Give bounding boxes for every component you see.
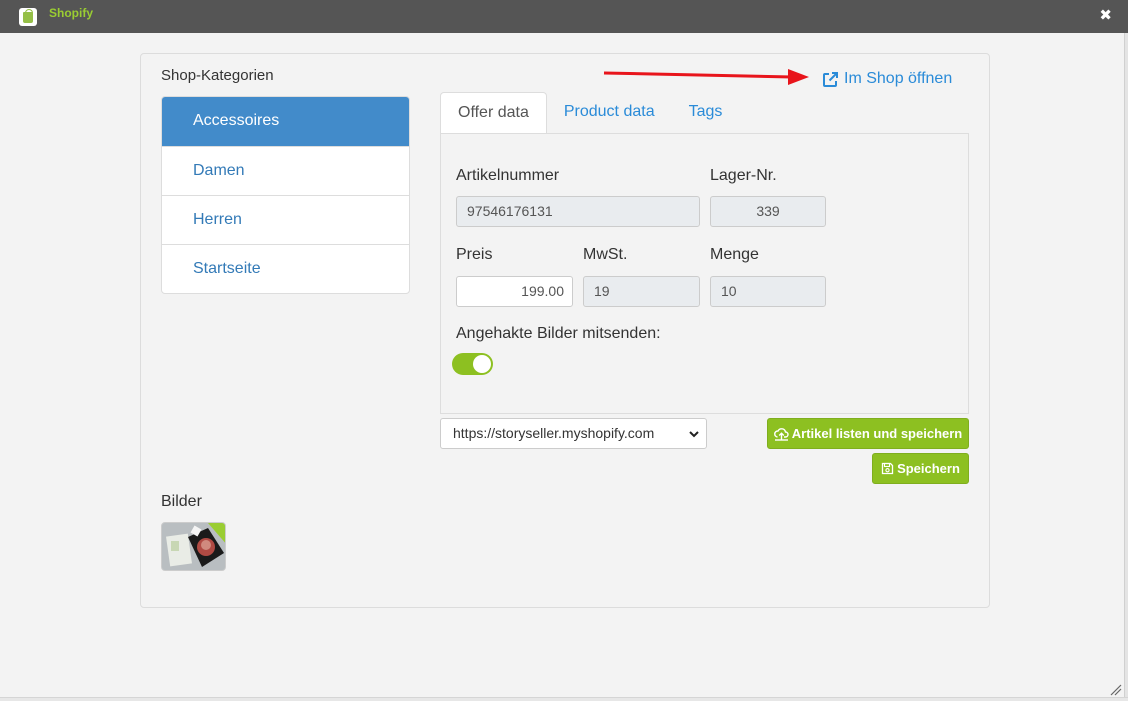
red-arrow-annotation <box>603 69 809 85</box>
external-link-icon <box>823 71 838 87</box>
article-number-label: Artikelnummer <box>456 167 560 184</box>
category-item-damen[interactable]: Damen <box>162 146 409 195</box>
save-button[interactable]: Speichern <box>872 453 969 484</box>
price-label: Preis <box>456 246 493 263</box>
vat-label: MwSt. <box>583 246 628 263</box>
product-image-thumbnail[interactable] <box>161 522 226 571</box>
shop-url-select[interactable]: https://storyseller.myshopify.com <box>440 418 707 449</box>
stock-number-label: Lager-Nr. <box>710 167 777 184</box>
shop-url-value: https://storyseller.myshopify.com <box>453 425 655 441</box>
window-title: Shopify <box>49 6 93 20</box>
window-right-edge <box>1124 33 1128 701</box>
send-images-label: Angehakte Bilder mitsenden: <box>456 325 661 342</box>
stock-number-field[interactable]: 339 <box>710 196 826 227</box>
resize-grip-icon[interactable] <box>1108 682 1122 696</box>
tab-bar: Offer data Product data Tags <box>440 92 740 135</box>
floppy-disk-icon <box>881 462 894 475</box>
categories-title: Shop-Kategorien <box>161 67 274 84</box>
open-in-shop-label: Im Shop öffnen <box>844 70 953 87</box>
tab-offer-data[interactable]: Offer data <box>440 92 547 135</box>
close-icon[interactable]: ✖ <box>1099 8 1112 23</box>
vat-field[interactable]: 19 <box>583 276 700 307</box>
categories-list: Accessoires Damen Herren Startseite <box>161 96 410 294</box>
product-image <box>162 523 225 570</box>
quantity-label: Menge <box>710 246 759 263</box>
category-item-accessoires[interactable]: Accessoires <box>162 97 409 146</box>
tab-tags[interactable]: Tags <box>672 92 740 134</box>
save-label: Speichern <box>897 461 960 476</box>
upload-cloud-icon <box>773 427 789 441</box>
quantity-field[interactable]: 10 <box>710 276 826 307</box>
article-number-field[interactable]: 97546176131 <box>456 196 700 227</box>
window-titlebar: Shopify ✖ <box>0 0 1128 33</box>
price-field[interactable]: 199.00 <box>456 276 573 307</box>
images-title: Bilder <box>161 493 202 510</box>
shopify-logo-icon <box>19 8 37 26</box>
send-images-toggle[interactable] <box>452 353 493 375</box>
chevron-down-icon <box>689 431 699 438</box>
tab-product-data[interactable]: Product data <box>547 92 672 134</box>
category-item-startseite[interactable]: Startseite <box>162 244 409 293</box>
category-item-herren[interactable]: Herren <box>162 195 409 244</box>
window-bottom-edge <box>0 697 1128 701</box>
open-in-shop-link[interactable]: Im Shop öffnen <box>822 70 952 88</box>
list-and-save-button[interactable]: Artikel listen und speichern <box>767 418 969 449</box>
list-and-save-label: Artikel listen und speichern <box>791 426 963 441</box>
